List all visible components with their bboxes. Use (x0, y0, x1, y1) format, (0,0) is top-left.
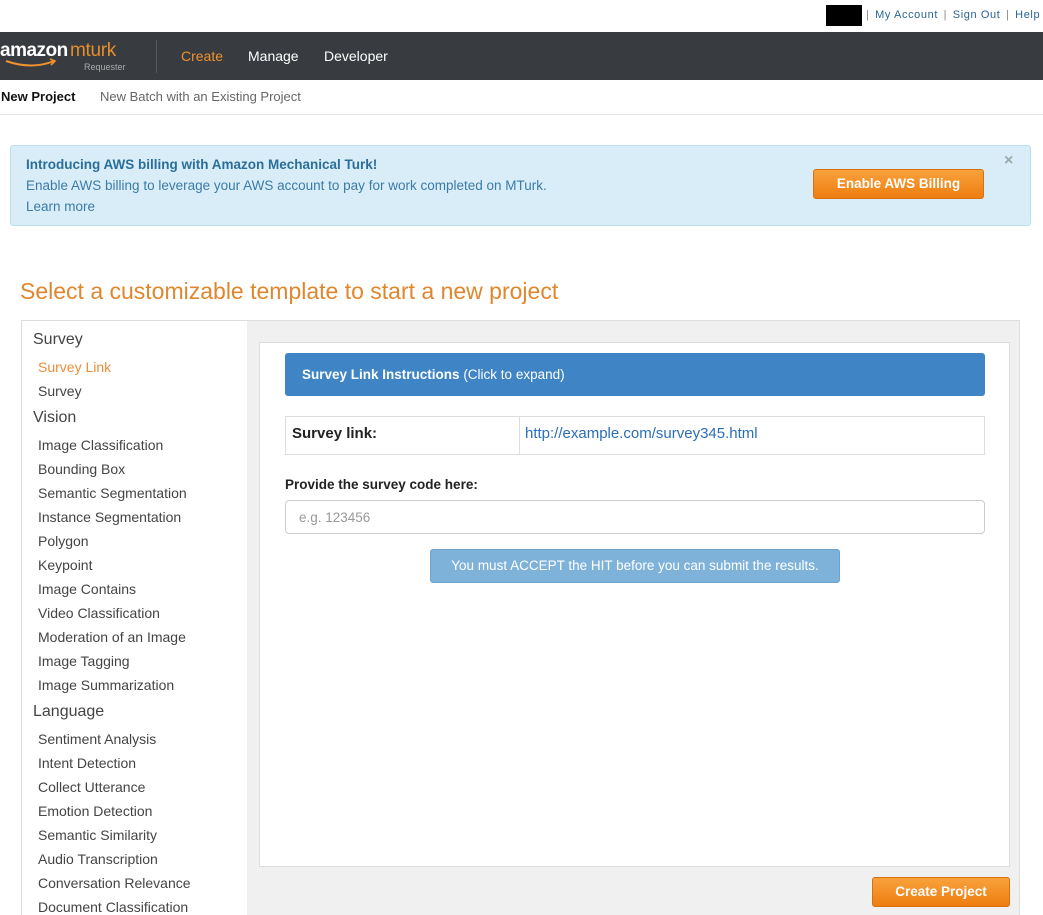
mturk-logo[interactable]: amazon mturk Requester (0, 40, 140, 74)
template-bounding-box[interactable]: Bounding Box (38, 461, 125, 477)
template-semantic-similarity[interactable]: Semantic Similarity (38, 827, 157, 843)
amazon-smile-icon (5, 58, 57, 67)
instructions-title: Survey Link Instructions (302, 367, 460, 382)
survey-code-input[interactable] (285, 500, 985, 534)
template-intent-detection[interactable]: Intent Detection (38, 755, 136, 771)
survey-link-label: Survey link: (292, 425, 378, 442)
template-moderation-of-an-image[interactable]: Moderation of an Image (38, 629, 186, 645)
template-image-summarization[interactable]: Image Summarization (38, 677, 174, 693)
sign-out-link[interactable]: Sign Out (953, 9, 1001, 21)
close-icon[interactable]: × (1004, 152, 1013, 170)
template-conversation-relevance[interactable]: Conversation Relevance (38, 875, 191, 891)
page-title: Select a customizable template to start … (20, 278, 559, 304)
template-semantic-segmentation[interactable]: Semantic Segmentation (38, 485, 187, 501)
create-project-button[interactable]: Create Project (872, 877, 1010, 907)
account-links: | My Account | Sign Out | Help (866, 9, 1041, 21)
nav-divider (156, 40, 157, 73)
enable-aws-billing-button[interactable]: Enable AWS Billing (813, 169, 984, 199)
template-document-classification[interactable]: Document Classification (38, 899, 188, 915)
template-preview: Survey Link Instructions (Click to expan… (259, 342, 1010, 867)
logo-subtitle: Requester (84, 62, 126, 72)
category-survey: Survey (33, 331, 83, 348)
aws-billing-banner: Introducing AWS billing with Amazon Mech… (10, 145, 1031, 226)
nav-manage[interactable]: Manage (248, 48, 299, 64)
template-polygon[interactable]: Polygon (38, 533, 89, 549)
template-instance-segmentation[interactable]: Instance Segmentation (38, 509, 181, 525)
template-collect-utterance[interactable]: Collect Utterance (38, 779, 145, 795)
template-video-classification[interactable]: Video Classification (38, 605, 160, 621)
help-link[interactable]: Help (1015, 9, 1040, 21)
accept-hit-notice-button[interactable]: You must ACCEPT the HIT before you can s… (430, 549, 840, 583)
template-survey[interactable]: Survey (38, 383, 82, 399)
nav-create[interactable]: Create (181, 48, 223, 64)
survey-link-table: Survey link: http://example.com/survey34… (285, 416, 985, 455)
template-audio-transcription[interactable]: Audio Transcription (38, 851, 158, 867)
category-vision: Vision (33, 409, 77, 426)
top-utility-bar: | My Account | Sign Out | Help (0, 0, 1043, 32)
template-emotion-detection[interactable]: Emotion Detection (38, 803, 152, 819)
logo-mturk-text: mturk (70, 40, 117, 61)
main-navbar: amazon mturk Requester Create Manage Dev… (0, 32, 1043, 80)
subnav-new-project[interactable]: New Project (1, 89, 75, 104)
banner-title: Introducing AWS billing with Amazon Mech… (26, 157, 378, 172)
instructions-hint: (Click to expand) (463, 367, 565, 382)
template-image-classification[interactable]: Image Classification (38, 437, 163, 453)
banner-text: Enable AWS billing to leverage your AWS … (26, 178, 547, 193)
category-language: Language (33, 703, 105, 720)
template-image-tagging[interactable]: Image Tagging (38, 653, 130, 669)
instructions-expander[interactable]: Survey Link Instructions (Click to expan… (285, 353, 985, 396)
nav-developer[interactable]: Developer (324, 48, 388, 64)
template-survey-link[interactable]: Survey Link (38, 359, 111, 375)
template-image-contains[interactable]: Image Contains (38, 581, 136, 597)
subnav-new-batch[interactable]: New Batch with an Existing Project (100, 89, 301, 104)
template-keypoint[interactable]: Keypoint (38, 557, 92, 573)
survey-link-url[interactable]: http://example.com/survey345.html (525, 425, 758, 442)
template-workspace: Survey Survey Link Survey Vision Image C… (21, 320, 1020, 915)
learn-more-link[interactable]: Learn more (26, 199, 95, 214)
sub-navbar: New Project New Batch with an Existing P… (0, 80, 1043, 115)
redacted-username (826, 5, 862, 26)
survey-code-label: Provide the survey code here: (285, 477, 478, 492)
template-sentiment-analysis[interactable]: Sentiment Analysis (38, 731, 156, 747)
template-sidebar: Survey Survey Link Survey Vision Image C… (22, 321, 247, 915)
my-account-link[interactable]: My Account (875, 9, 938, 21)
table-divider (519, 417, 520, 454)
